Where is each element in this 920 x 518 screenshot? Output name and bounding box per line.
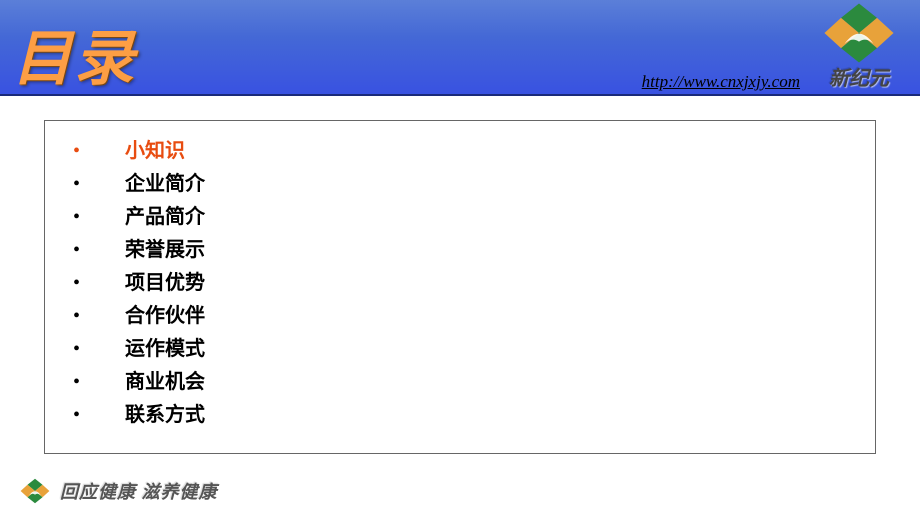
diamond-logo-icon bbox=[20, 478, 50, 504]
toc-item: 联系方式 bbox=[73, 399, 847, 432]
toc-item: 小知识 bbox=[73, 135, 847, 168]
slide-footer: 回应健康 滋养健康 bbox=[20, 478, 218, 504]
toc-item: 企业简介 bbox=[73, 168, 847, 201]
footer-slogan: 回应健康 滋养健康 bbox=[60, 478, 218, 504]
toc-list: 小知识 企业简介 产品简介 荣誉展示 项目优势 合作伙伴 运作模式 商业机会 联… bbox=[73, 135, 847, 432]
brand-logo-right: 新纪元 bbox=[814, 2, 904, 97]
slide-header: 目录 http://www.cnxjxjy.com 新纪元 bbox=[0, 0, 920, 96]
toc-item: 项目优势 bbox=[73, 267, 847, 300]
toc-item: 商业机会 bbox=[73, 366, 847, 399]
toc-item: 产品简介 bbox=[73, 201, 847, 234]
diamond-logo-icon bbox=[823, 2, 895, 64]
brand-name: 新纪元 bbox=[829, 62, 889, 91]
toc-container: 小知识 企业简介 产品简介 荣誉展示 项目优势 合作伙伴 运作模式 商业机会 联… bbox=[44, 120, 876, 454]
toc-item: 荣誉展示 bbox=[73, 234, 847, 267]
website-url: http://www.cnxjxjy.com bbox=[642, 72, 800, 92]
toc-item: 合作伙伴 bbox=[73, 300, 847, 333]
toc-item: 运作模式 bbox=[73, 333, 847, 366]
page-title: 目录 bbox=[12, 10, 136, 97]
